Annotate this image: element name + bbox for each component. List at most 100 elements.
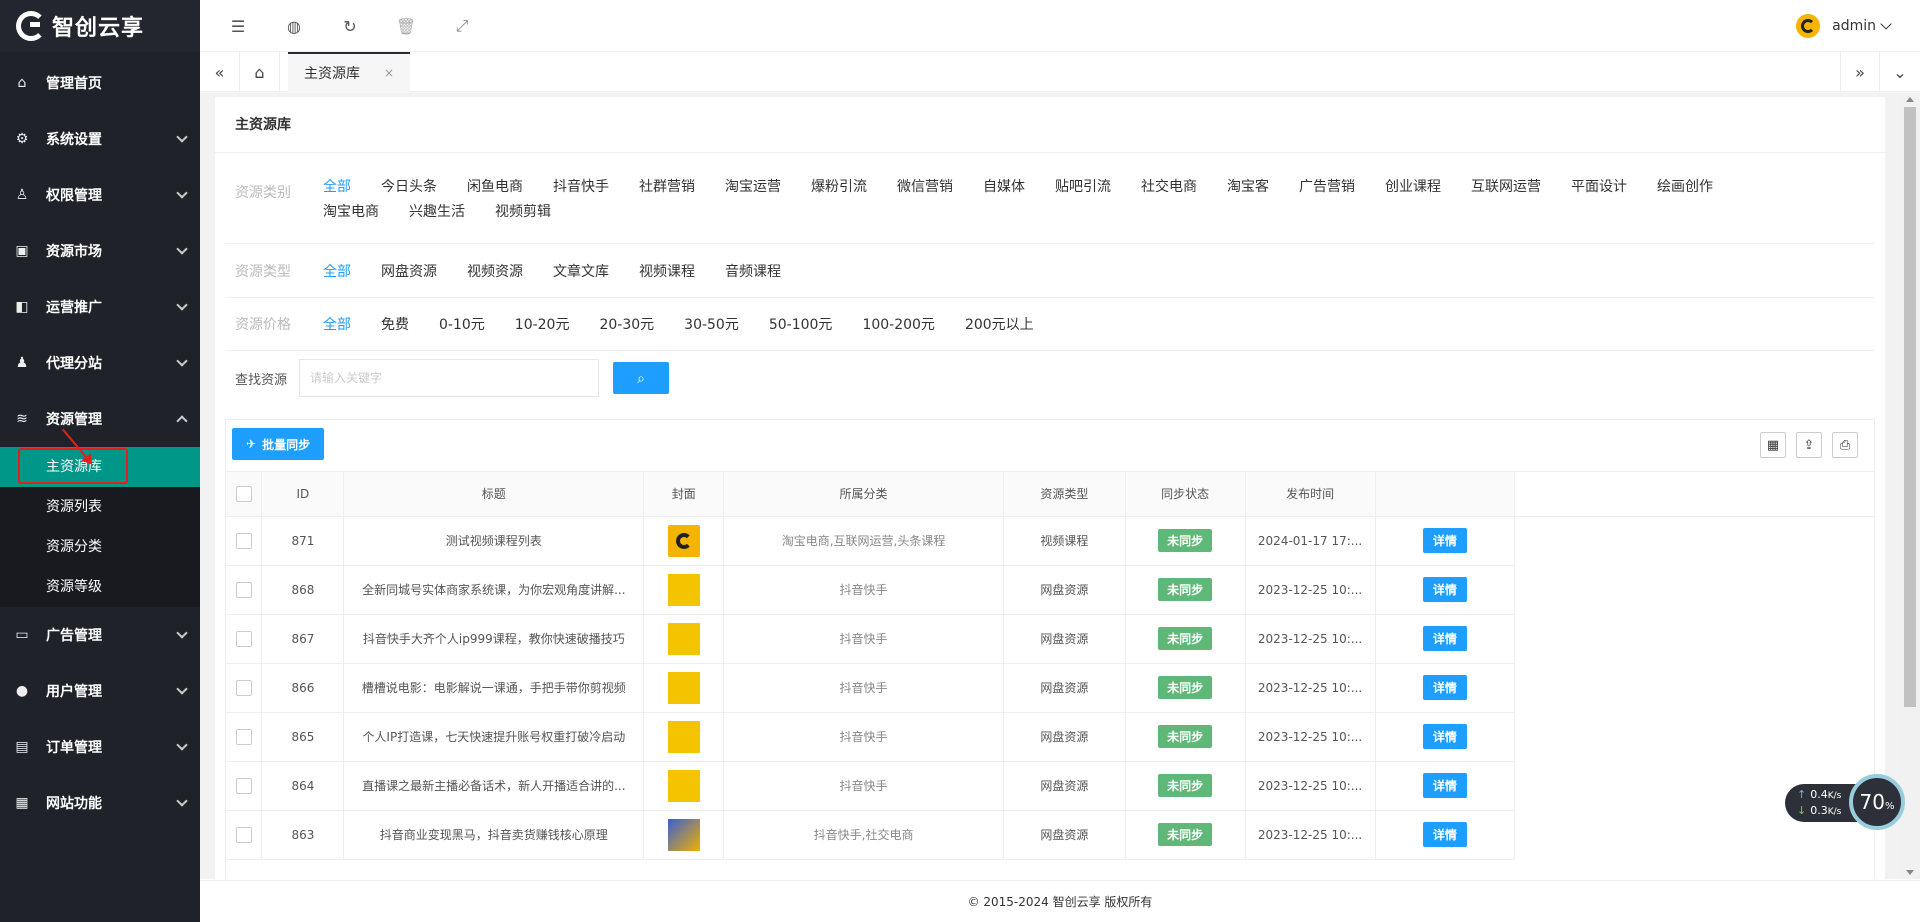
category-option[interactable]: 微信营销 [897,175,953,200]
vertical-scrollbar[interactable] [1900,93,1920,879]
sidebar-subitem-resource-level[interactable]: 资源等级 [0,567,200,607]
row-select-cell[interactable] [226,761,263,811]
select-all-cell[interactable] [226,472,263,517]
sidebar-item-market[interactable]: ▣ 资源市场 [0,223,200,279]
row-checkbox[interactable] [235,728,252,745]
search-input[interactable] [299,359,599,397]
category-option[interactable]: 淘宝客 [1227,175,1269,200]
category-option[interactable]: 互联网运营 [1471,175,1541,200]
detail-button[interactable]: 详情 [1422,822,1467,847]
sidebar-item-system[interactable]: ⚙ 系统设置 [0,111,200,167]
type-option[interactable]: 文章文库 [553,261,609,281]
price-option[interactable]: 200元以上 [965,314,1034,334]
category-option[interactable]: 绘画创作 [1657,175,1713,200]
row-checkbox[interactable] [235,581,252,598]
category-option[interactable]: 视频剪辑 [495,200,551,225]
detail-button[interactable]: 详情 [1422,675,1467,700]
sidebar-item-site[interactable]: ▦ 网站功能 [0,775,200,831]
row-checkbox[interactable] [235,777,252,794]
category-option[interactable]: 抖音快手 [553,175,609,200]
category-option[interactable]: 兴趣生活 [409,200,465,225]
type-option[interactable]: 视频课程 [639,261,695,281]
row-checkbox[interactable] [235,679,252,696]
sidebar-item-order[interactable]: ▤ 订单管理 [0,719,200,775]
close-icon[interactable]: × [384,66,394,80]
category-option[interactable]: 广告营销 [1299,175,1355,200]
refresh-icon[interactable]: ↻ [338,14,362,38]
sidebar-item-ad[interactable]: ▭ 广告管理 [0,607,200,663]
category-option[interactable]: 社群营销 [639,175,695,200]
row-select-cell[interactable] [226,565,263,615]
tab-scroll-left-icon[interactable]: « [200,52,240,92]
user-menu[interactable]: admin [1796,14,1892,38]
tab-options-icon[interactable]: ⌄ [1880,52,1920,92]
price-option[interactable]: 100-200元 [862,314,935,334]
scroll-up-icon[interactable] [1906,97,1914,102]
detail-button[interactable]: 详情 [1422,577,1467,602]
price-option[interactable]: 0-10元 [439,314,485,334]
category-option[interactable]: 爆粉引流 [811,175,867,200]
row-checkbox[interactable] [235,532,252,549]
detail-button[interactable]: 详情 [1422,626,1467,651]
trash-icon[interactable]: 🗑 [394,14,418,38]
row-select-cell[interactable] [226,516,263,566]
brand-logo[interactable]: 智创云享 [0,0,200,52]
price-option[interactable]: 50-100元 [769,314,833,334]
detail-button[interactable]: 详情 [1422,528,1467,553]
sidebar-item-promo[interactable]: ◧ 运营推广 [0,279,200,335]
sidebar-item-resource[interactable]: ≋ 资源管理 [0,391,200,447]
sidebar-item-user[interactable]: ● 用户管理 [0,663,200,719]
category-option[interactable]: 全部 [323,175,351,200]
batch-sync-button[interactable]: ✈ 批量同步 [232,428,325,460]
sidebar-subitem-resource-list[interactable]: 资源列表 [0,487,200,527]
col-header-time[interactable]: 发布时间 [1245,472,1376,517]
type-option[interactable]: 音频课程 [725,261,781,281]
category-option[interactable]: 创业课程 [1385,175,1441,200]
network-speed-widget[interactable]: ↑ 0.4K/s ↓ 0.3K/s 70% [1785,774,1905,830]
price-option[interactable]: 10-20元 [515,314,570,334]
home-tab-icon[interactable]: ⌂ [240,52,280,92]
menu-toggle-icon[interactable]: ☰ [226,14,250,38]
price-option[interactable]: 全部 [323,314,351,334]
export-icon[interactable]: ⇪ [1796,432,1822,458]
sidebar-item-permission[interactable]: ♙ 权限管理 [0,167,200,223]
fullscreen-icon[interactable]: ⤢ [450,14,474,38]
col-header-cover[interactable]: 封面 [643,472,725,517]
detail-button[interactable]: 详情 [1422,773,1467,798]
scrollbar-thumb[interactable] [1904,107,1916,707]
row-checkbox[interactable] [235,826,252,843]
col-header-category[interactable]: 所属分类 [723,472,1004,517]
row-select-cell[interactable] [226,810,263,860]
tab-scroll-right-icon[interactable]: » [1840,52,1880,92]
columns-filter-icon[interactable]: ▦ [1760,432,1786,458]
category-option[interactable]: 自媒体 [983,175,1025,200]
row-select-cell[interactable] [226,614,263,664]
row-select-cell[interactable] [226,712,263,762]
category-option[interactable]: 社交电商 [1141,175,1197,200]
col-header-id[interactable]: ID [261,472,345,517]
select-all-checkbox[interactable] [235,485,252,502]
sidebar-item-agent[interactable]: ♟ 代理分站 [0,335,200,391]
sidebar-item-home[interactable]: ⌂ 管理首页 [0,55,200,111]
search-button[interactable]: ⌕ [613,362,669,394]
tab-main-library[interactable]: 主资源库 × [288,52,411,92]
price-option[interactable]: 30-50元 [684,314,739,334]
category-option[interactable]: 淘宝电商 [323,200,379,225]
sidebar-subitem-resource-category[interactable]: 资源分类 [0,527,200,567]
category-option[interactable]: 闲鱼电商 [467,175,523,200]
category-option[interactable]: 贴吧引流 [1055,175,1111,200]
globe-icon[interactable]: ◍ [282,14,306,38]
col-header-title[interactable]: 标题 [343,472,645,517]
scroll-down-icon[interactable] [1906,870,1914,875]
category-option[interactable]: 平面设计 [1571,175,1627,200]
category-option[interactable]: 淘宝运营 [725,175,781,200]
row-checkbox[interactable] [235,630,252,647]
category-option[interactable]: 今日头条 [381,175,437,200]
print-icon[interactable]: ⎙ [1832,432,1858,458]
price-option[interactable]: 20-30元 [599,314,654,334]
type-option[interactable]: 全部 [323,261,351,281]
col-header-status[interactable]: 同步状态 [1125,472,1246,517]
type-option[interactable]: 网盘资源 [381,261,437,281]
price-option[interactable]: 免费 [381,314,409,334]
detail-button[interactable]: 详情 [1422,724,1467,749]
